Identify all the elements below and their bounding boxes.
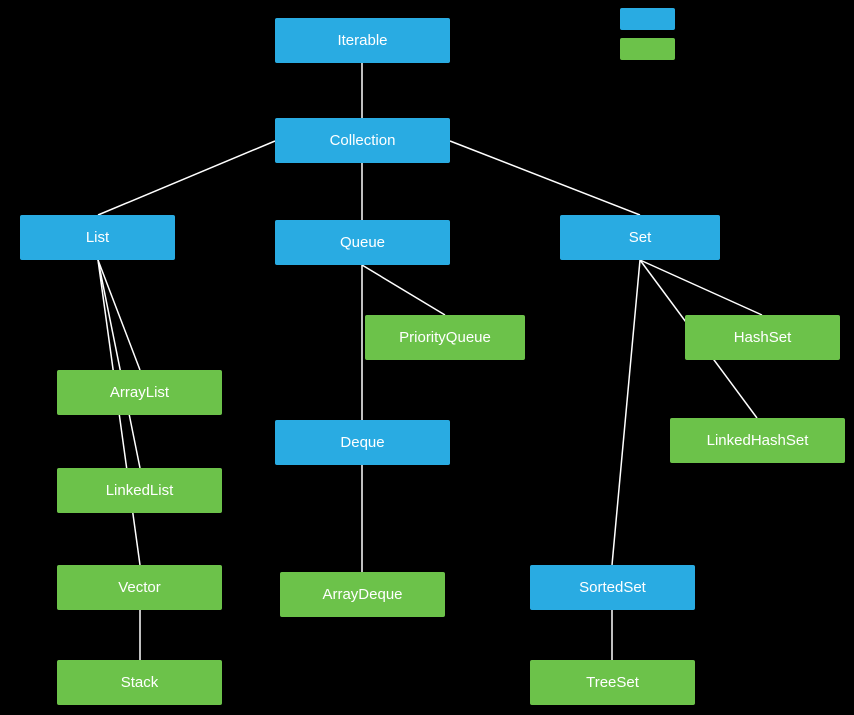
- stack-node: Stack: [57, 660, 222, 705]
- linkedhashset-node: LinkedHashSet: [670, 418, 845, 463]
- queue-priorityqueue-line: [362, 265, 445, 315]
- collection-list-line: [98, 141, 275, 215]
- sortedset-node: SortedSet: [530, 565, 695, 610]
- queue-node: Queue: [275, 220, 450, 265]
- set-hashset-line: [640, 260, 762, 315]
- list-node: List: [20, 215, 175, 260]
- list-arraylist-line: [98, 260, 140, 370]
- iterable-node: Iterable: [275, 18, 450, 63]
- priorityqueue-node: PriorityQueue: [365, 315, 525, 360]
- deque-node: Deque: [275, 420, 450, 465]
- set-node: Set: [560, 215, 720, 260]
- vector-node: Vector: [57, 565, 222, 610]
- collection-set-line: [450, 141, 640, 215]
- arraylist-node: ArrayList: [57, 370, 222, 415]
- legend-blue-node: [620, 8, 675, 30]
- treeset-node: TreeSet: [530, 660, 695, 705]
- list-linkedlist-line: [98, 260, 140, 468]
- linkedlist-node: LinkedList: [57, 468, 222, 513]
- legend-green-node: [620, 38, 675, 60]
- collection-node: Collection: [275, 118, 450, 163]
- set-sortedset-line: [612, 260, 640, 565]
- hashset-node: HashSet: [685, 315, 840, 360]
- arraydeque-node: ArrayDeque: [280, 572, 445, 617]
